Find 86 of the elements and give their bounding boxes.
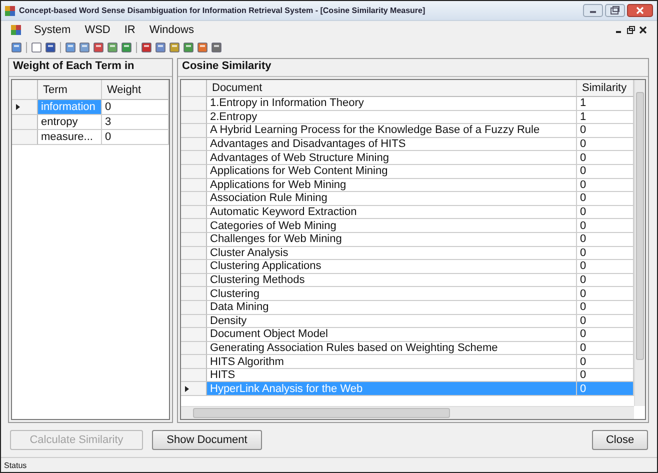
table-cell: Clustering <box>207 287 577 301</box>
table-cell[interactable]: 0 <box>102 100 169 115</box>
row-header[interactable] <box>181 382 207 396</box>
table-row[interactable]: Cluster Analysis 0 <box>181 246 634 260</box>
table-cell: Automatic Keyword Extraction <box>207 206 577 220</box>
menu-item[interactable]: System <box>27 24 78 36</box>
column-header[interactable]: Term <box>38 80 102 100</box>
table-row[interactable]: Automatic Keyword Extraction 0 <box>181 206 634 220</box>
status-text: Status <box>4 460 27 470</box>
table-cell[interactable]: 3 <box>102 115 169 130</box>
toolbar-icon[interactable] <box>45 42 56 53</box>
table-row[interactable]: Categories of Web Mining 0 <box>181 219 634 233</box>
panel-title: Weight of Each Term in <box>9 59 172 77</box>
table-cell: 2.Entropy <box>207 110 577 124</box>
column-header[interactable]: Weight <box>102 80 169 100</box>
table-cell: Applications for Web Mining <box>207 178 577 192</box>
table-row[interactable]: Applications for Web Content Mining 0 <box>181 164 634 179</box>
table-cell: Data Mining <box>207 300 577 314</box>
toolbar-icon[interactable] <box>183 42 194 53</box>
menu-item[interactable]: IR <box>117 24 142 36</box>
column-header[interactable]: Similarity <box>577 80 634 97</box>
show-document-button[interactable]: Show Document <box>152 430 262 450</box>
table-cell: HITS Algorithm <box>207 355 577 369</box>
table-cell: Clustering Methods <box>207 274 577 288</box>
toolbar-icon[interactable] <box>93 42 104 53</box>
table-row[interactable]: A Hybrid Learning Process for the Knowledge Base of a Fuzzy Rule 0 <box>181 124 634 138</box>
table-row[interactable]: Advantages and Disadvantages of HITS 0 <box>181 138 634 152</box>
column-header[interactable]: Document <box>207 80 577 97</box>
table-cell[interactable]: entropy <box>38 115 102 130</box>
toolbar-icon[interactable] <box>155 42 166 53</box>
menu-item[interactable]: WSD <box>78 24 118 36</box>
table-cell: 1.Entropy in Information Theory <box>207 97 577 111</box>
table-cell: Advantages and Disadvantages of HITS <box>207 138 577 152</box>
close-icon[interactable] <box>627 4 653 17</box>
table-row[interactable]: Clustering Methods 0 <box>181 274 634 288</box>
toolbar-icon[interactable] <box>107 42 118 53</box>
window-title: Concept-based Word Sense Disambiguation for Information Retrieval System - [Cosine Similarity Measure] <box>19 6 426 15</box>
toolbar-icon[interactable] <box>11 42 22 53</box>
table-cell[interactable]: measure... <box>38 130 102 145</box>
vertical-scrollbar[interactable] <box>634 80 645 406</box>
toolbar-icon[interactable] <box>65 42 76 53</box>
table-row[interactable]: Challenges for Web Mining 0 <box>181 232 634 247</box>
table-cell: Categories of Web Mining <box>207 219 577 233</box>
table-cell: Generating Association Rules based on Weighting Scheme <box>207 342 577 356</box>
table-row[interactable]: Data Mining 0 <box>181 300 634 314</box>
close-icon[interactable] <box>639 26 647 34</box>
table-row[interactable]: Clustering 0 <box>181 287 634 301</box>
table-cell: Advantages of Web Structure Mining <box>207 151 577 165</box>
app-icon <box>11 25 21 35</box>
table-cell: Clustering Applications <box>207 260 577 274</box>
toolbar-icon[interactable] <box>169 42 180 53</box>
app-icon <box>5 6 15 16</box>
table-row[interactable]: Applications for Web Mining 0 <box>181 178 634 192</box>
toolbar-icon[interactable] <box>211 42 222 53</box>
current-row-icon <box>185 386 189 392</box>
table-cell: A Hybrid Learning Process for the Knowledge Base of a Fuzzy Rule <box>207 124 577 138</box>
table-cell: HyperLink Analysis for the Web <box>207 382 577 396</box>
horizontal-scrollbar[interactable] <box>181 406 634 419</box>
toolbar-icon[interactable] <box>141 42 152 53</box>
table-cell: Challenges for Web Mining <box>207 232 577 247</box>
table-cell: Cluster Analysis <box>207 246 577 260</box>
table-row[interactable]: Density 0 <box>181 314 634 328</box>
table-cell: Applications for Web Content Mining <box>207 164 577 179</box>
table-cell: Document Object Model <box>207 328 577 342</box>
table-cell: Association Rule Mining <box>207 192 577 206</box>
table-cell[interactable]: 0 <box>102 130 169 145</box>
restore-icon[interactable] <box>627 26 635 34</box>
panel-title: Cosine Similarity <box>178 59 648 77</box>
table-cell: 0 <box>577 382 634 396</box>
toolbar-icon[interactable] <box>31 42 42 53</box>
toolbar-icon[interactable] <box>121 42 132 53</box>
current-row-icon <box>16 104 20 110</box>
table-row[interactable]: HITS Algorithm 0 <box>181 355 634 369</box>
table-row[interactable]: Advantages of Web Structure Mining 0 <box>181 151 634 165</box>
table-row[interactable]: Document Object Model 0 <box>181 328 634 342</box>
table-row[interactable]: 1.Entropy in Information Theory 1 <box>181 97 634 111</box>
table-cell: Density <box>207 314 577 328</box>
table-row[interactable]: Generating Association Rules based on Weighting Scheme 0 <box>181 342 634 356</box>
close-button[interactable]: Close <box>592 430 648 450</box>
table-row[interactable]: 2.Entropy 1 <box>181 110 634 124</box>
toolbar-icon[interactable] <box>79 42 90 53</box>
table-row[interactable]: Clustering Applications 0 <box>181 260 634 274</box>
row-header[interactable] <box>12 100 38 115</box>
menu-item[interactable]: Windows <box>142 24 201 36</box>
table-row[interactable]: Association Rule Mining 0 <box>181 192 634 206</box>
toolbar-icon[interactable] <box>197 42 208 53</box>
